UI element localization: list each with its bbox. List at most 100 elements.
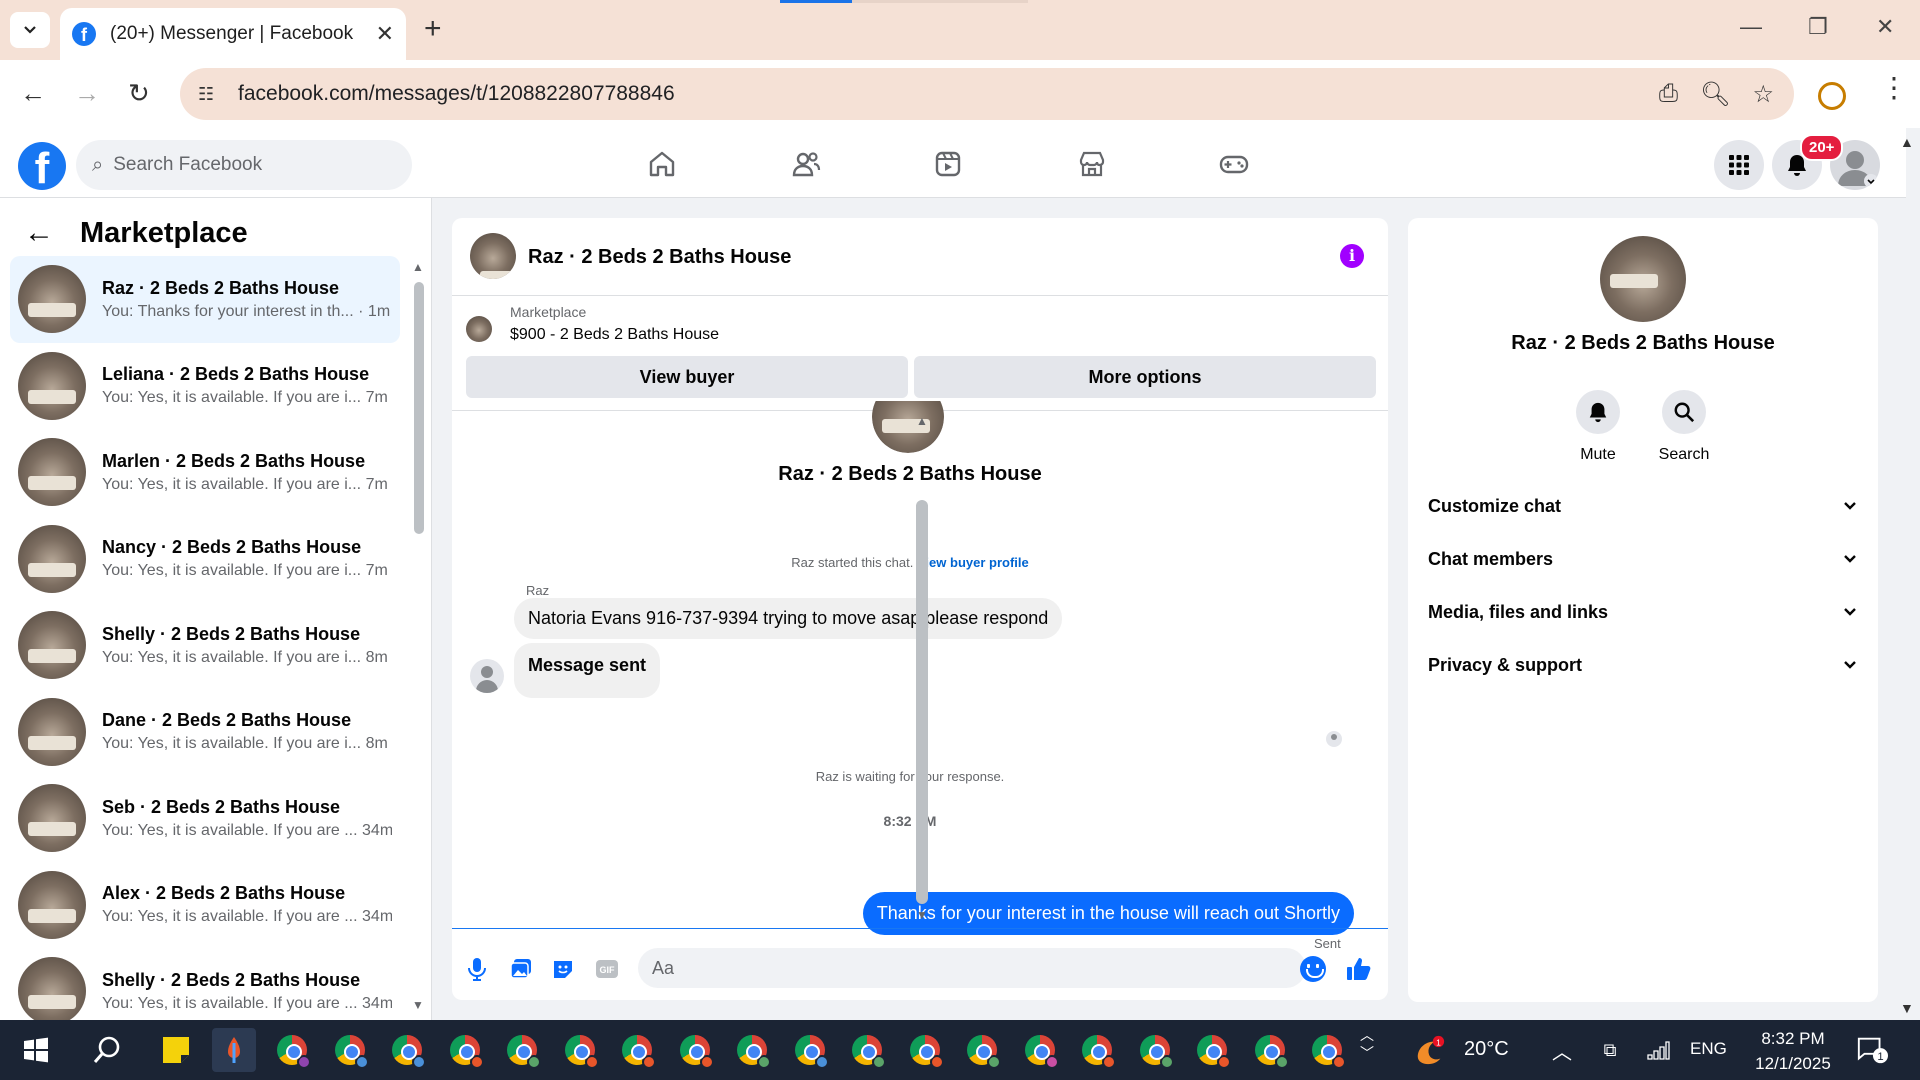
chrome-window-icon[interactable] xyxy=(1254,1034,1289,1069)
thumbs-up-icon[interactable] xyxy=(1346,956,1372,982)
browser-menu-icon[interactable]: ⋮ xyxy=(1880,74,1908,102)
microphone-icon[interactable] xyxy=(464,956,490,982)
marketplace-nav-icon[interactable] xyxy=(1072,146,1112,182)
scroll-down-arrow[interactable]: ▼ xyxy=(412,998,424,1012)
view-buyer-button[interactable]: View buyer xyxy=(466,356,908,398)
chrome-window-icon[interactable] xyxy=(1196,1034,1231,1069)
privacy-support-row[interactable]: Privacy & support xyxy=(1428,647,1858,683)
view-buyer-profile-link[interactable]: View buyer profile xyxy=(917,555,1029,570)
sender-avatar[interactable] xyxy=(470,659,504,693)
media-files-links-row[interactable]: Media, files and links xyxy=(1428,594,1858,630)
conversation-item[interactable]: Seb · 2 Beds 2 Baths House You: Yes, it i… xyxy=(10,775,400,862)
meet-now-icon[interactable]: ⧉ xyxy=(1594,1034,1626,1066)
chrome-window-icon[interactable] xyxy=(621,1034,656,1069)
browser-profile-icon[interactable] xyxy=(1818,82,1846,110)
details-avatar[interactable] xyxy=(1600,236,1686,322)
chrome-window-icon[interactable] xyxy=(1139,1034,1174,1069)
chrome-window-icon[interactable] xyxy=(334,1034,369,1069)
network-icon[interactable] xyxy=(1642,1034,1674,1066)
chat-members-row[interactable]: Chat members xyxy=(1428,541,1858,577)
chrome-window-icon[interactable] xyxy=(1024,1034,1059,1069)
chrome-window-icon[interactable] xyxy=(966,1034,1001,1069)
info-icon[interactable]: i xyxy=(1340,244,1364,268)
chrome-window-icon[interactable] xyxy=(449,1034,484,1069)
site-info-icon[interactable]: ☷ xyxy=(198,84,222,105)
back-arrow-icon[interactable]: ← xyxy=(20,78,46,109)
close-tab-icon[interactable]: ✕ xyxy=(376,21,394,47)
chat-scroll-down-arrow[interactable]: ▼ xyxy=(916,908,928,922)
bookmark-star-icon[interactable]: ☆ xyxy=(1752,80,1774,109)
home-nav-icon[interactable] xyxy=(642,146,682,182)
conversation-preview: You: Yes, it is available. If you are ..… xyxy=(102,821,392,839)
scroll-up-arrow[interactable]: ▲ xyxy=(412,260,424,274)
chrome-window-icon[interactable] xyxy=(794,1034,829,1069)
chrome-window-icon[interactable] xyxy=(851,1034,886,1069)
chrome-window-icon[interactable] xyxy=(276,1034,311,1069)
facebook-logo-icon[interactable]: f xyxy=(18,142,66,190)
conversation-item[interactable]: Alex · 2 Beds 2 Baths House You: Yes, it … xyxy=(10,862,400,949)
message-input[interactable] xyxy=(638,948,1306,988)
conversation-item[interactable]: Dane · 2 Beds 2 Baths House You: Yes, it … xyxy=(10,689,400,776)
language-indicator[interactable]: ENG xyxy=(1690,1039,1727,1059)
page-scroll-down-arrow[interactable]: ▼ xyxy=(1900,1000,1914,1016)
notification-center-icon[interactable]: 1 xyxy=(1856,1034,1888,1066)
close-window-icon[interactable]: ✕ xyxy=(1876,14,1894,40)
chat-scrollbar[interactable] xyxy=(916,500,928,904)
incoming-message[interactable]: Natoria Evans 916-737-9394 trying to mov… xyxy=(514,598,1063,639)
chrome-window-icon[interactable] xyxy=(1081,1034,1116,1069)
menu-grid-icon[interactable] xyxy=(1714,140,1764,190)
chat-title[interactable]: Raz · 2 Beds 2 Baths House xyxy=(528,246,791,269)
chrome-window-icon[interactable] xyxy=(506,1034,541,1069)
browser-tab-active[interactable]: f (20+) Messenger | Facebook ✕ xyxy=(60,8,406,60)
conversation-item[interactable]: Leliana · 2 Beds 2 Baths House You: Yes, … xyxy=(10,343,400,430)
gif-icon[interactable]: GIF xyxy=(594,956,620,982)
photo-icon[interactable] xyxy=(508,956,534,982)
chrome-window-icon[interactable] xyxy=(564,1034,599,1069)
emoji-icon[interactable] xyxy=(1300,956,1326,982)
system-clock[interactable]: 8:32 PM 12/1/2025 xyxy=(1748,1026,1838,1076)
chrome-window-icon[interactable] xyxy=(1311,1034,1346,1069)
conversation-item[interactable]: Shelly · 2 Beds 2 Baths House You: Yes, i… xyxy=(10,602,400,689)
search-icon[interactable] xyxy=(92,1034,124,1066)
address-bar[interactable]: ☷ facebook.com/messages/t/12088228077888… xyxy=(180,68,1794,120)
video-nav-icon[interactable] xyxy=(928,146,968,182)
conversation-item[interactable]: Shelly · 2 Beds 2 Baths House You: Yes, i… xyxy=(10,948,400,1020)
conversation-item[interactable]: Nancy · 2 Beds 2 Baths House You: Yes, it… xyxy=(10,516,400,603)
chrome-window-icon[interactable] xyxy=(909,1034,944,1069)
reload-icon[interactable]: ↻ xyxy=(128,78,150,109)
chrome-window-icon[interactable] xyxy=(736,1034,771,1069)
windows-start-icon[interactable] xyxy=(20,1034,52,1066)
search-chat-button[interactable]: Search xyxy=(1644,390,1724,464)
weather-icon[interactable]: 1 xyxy=(1414,1034,1446,1066)
zoom-icon[interactable]: 🔍︎ xyxy=(1700,80,1730,109)
restore-window-icon[interactable]: ❐ xyxy=(1808,14,1828,40)
more-options-button[interactable]: More options xyxy=(914,356,1376,398)
incoming-message[interactable]: Message sent xyxy=(514,643,661,698)
facebook-search-box[interactable]: ⌕ Search Facebook xyxy=(76,140,412,190)
mute-button[interactable]: Mute xyxy=(1558,390,1638,464)
conversation-scrollbar[interactable] xyxy=(414,282,424,534)
show-hidden-icons-chevron-icon[interactable]: ︿ xyxy=(1546,1034,1578,1066)
chat-scroll-up-arrow[interactable]: ▲ xyxy=(916,414,928,428)
back-arrow-icon[interactable]: ← xyxy=(24,216,54,250)
conversation-item[interactable]: Raz · 2 Beds 2 Baths House You: Thanks fo… xyxy=(10,256,400,343)
chrome-window-icon[interactable] xyxy=(391,1034,426,1069)
customize-chat-row[interactable]: Customize chat xyxy=(1428,488,1858,524)
minimize-window-icon[interactable]: — xyxy=(1740,14,1762,40)
install-app-icon[interactable]: ⎙ xyxy=(1659,80,1678,109)
tab-search-button[interactable] xyxy=(10,12,50,48)
gaming-nav-icon[interactable] xyxy=(1214,146,1254,182)
pinned-app-icon[interactable] xyxy=(212,1028,256,1072)
sticker-icon[interactable] xyxy=(550,956,576,982)
new-tab-button[interactable]: + xyxy=(424,12,442,46)
page-scroll-up-arrow[interactable]: ▲ xyxy=(1900,134,1914,150)
taskbar-overflow-arrows[interactable]: ︿ ﹀ xyxy=(1360,1027,1374,1061)
chat-avatar[interactable] xyxy=(470,233,516,279)
forward-arrow-icon[interactable]: → xyxy=(74,78,100,109)
sticky-notes-icon[interactable] xyxy=(160,1034,192,1066)
conversation-item[interactable]: Marlen · 2 Beds 2 Baths House You: Yes, i… xyxy=(10,429,400,516)
chrome-window-icon[interactable] xyxy=(679,1034,714,1069)
weather-temperature[interactable]: 20°C xyxy=(1464,1038,1509,1061)
friends-nav-icon[interactable] xyxy=(786,146,826,182)
conversation-name: Shelly · 2 Beds 2 Baths House xyxy=(102,969,361,990)
